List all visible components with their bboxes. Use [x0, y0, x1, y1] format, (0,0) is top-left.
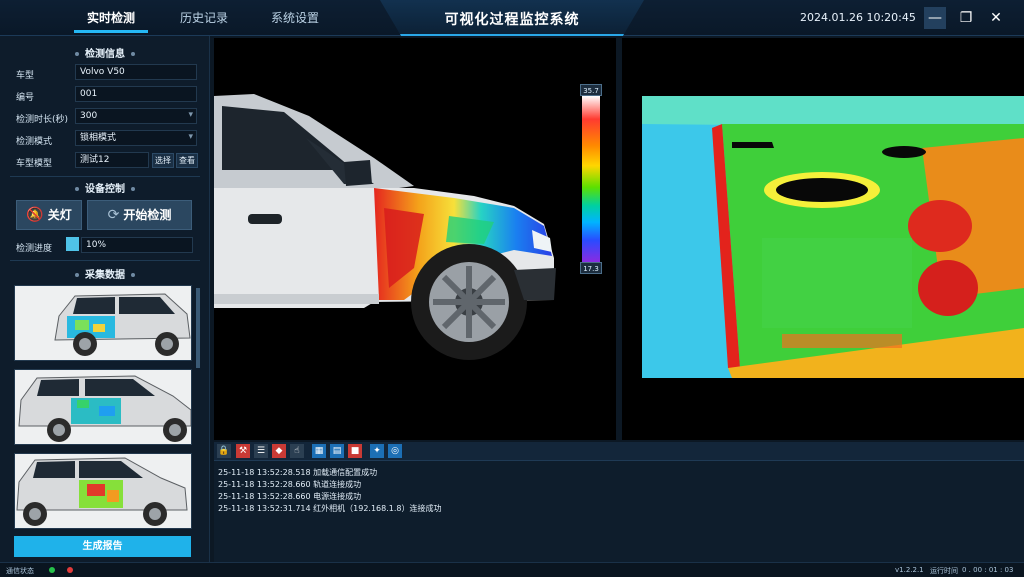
vehicle-type-label: 车型 — [16, 71, 35, 81]
close-button[interactable]: ✕ — [985, 7, 1007, 29]
runtime-label: 运行时间 — [930, 567, 958, 575]
status-error-indicator — [67, 567, 73, 573]
stop-icon[interactable]: ■ — [348, 444, 362, 458]
hand-icon[interactable]: ☝ — [290, 444, 304, 458]
lock-icon[interactable]: 🔒 — [217, 444, 231, 458]
duration-value: 300 — [80, 111, 98, 121]
status-bar: 通信状态 v1.2.2.1 运行时间 0 . 00 : 01 : 03 — [0, 562, 1024, 577]
legend-min: 17.3 — [580, 262, 602, 274]
log-toolbar: 🔒 ⚒ ☰ ◆ ☝ ▦ ▤ ■ ✦ ◎ — [214, 442, 1024, 460]
temperature-legend: 35.7 17.3 — [580, 84, 602, 274]
maximize-button[interactable]: ❐ — [955, 7, 977, 29]
log-panel: 25-11-18 13:52:28.518 加载通信配置成功 25-11-18 … — [214, 460, 1024, 562]
left-panel: 检测信息 车型 Volvo V50 编号 001 检测时长(秒) 300 检测模… — [0, 36, 210, 562]
vehicle-type-input[interactable]: Volvo V50 — [75, 64, 197, 80]
duration-select[interactable]: 300 — [75, 108, 197, 124]
progress-indicator — [66, 237, 79, 251]
detection-mode-select[interactable]: 锁相模式 — [75, 130, 197, 146]
tab-realtime-detection[interactable]: 实时检测 — [87, 9, 135, 26]
capture-thumbnail-3[interactable] — [14, 453, 192, 529]
app-title: 可视化过程监控系统 — [444, 12, 580, 28]
detection-mode-label: 检测模式 — [16, 137, 53, 147]
generate-report-button[interactable]: 生成报告 — [14, 536, 191, 557]
thermal-camera-view[interactable] — [622, 38, 1024, 440]
log-line: 25-11-18 13:52:28.660 轨道连接成功 — [218, 480, 362, 489]
start-detection-label: 开始检测 — [123, 208, 172, 222]
tab-settings[interactable]: 系统设置 — [271, 9, 319, 26]
light-off-button[interactable]: 🔕 关灯 — [16, 200, 82, 230]
divider — [10, 176, 200, 177]
vehicle-model-label: 车型模型 — [16, 159, 53, 169]
view-model-button[interactable]: 查看 — [176, 153, 198, 168]
detection-mode-value: 锁相模式 — [80, 133, 117, 143]
log-line: 25-11-18 13:52:28.518 加载通信配置成功 — [218, 468, 378, 477]
progress-label: 检测进度 — [16, 244, 53, 254]
top-bar: 实时检测 历史记录 系统设置 可视化过程监控系统 2024.01.26 10:2… — [0, 0, 1024, 36]
car-icon[interactable]: ◆ — [272, 444, 286, 458]
duration-label: 检测时长(秒) — [16, 115, 69, 125]
divider — [10, 260, 200, 261]
start-detection-button[interactable]: ⟳ 开始检测 — [87, 200, 192, 230]
capture-thumbnail-1[interactable] — [14, 285, 192, 361]
tools-icon[interactable]: ⚒ — [236, 444, 250, 458]
datetime: 2024.01.26 10:20:45 — [800, 11, 916, 24]
active-tab-indicator — [74, 30, 148, 33]
progress-value: 10% — [81, 237, 193, 253]
select-model-button[interactable]: 选择 — [152, 153, 174, 168]
serial-number-label: 编号 — [16, 93, 35, 103]
thermal-overlay-view[interactable] — [214, 38, 616, 440]
log-line: 25-11-18 13:52:28.660 电源连接成功 — [218, 492, 362, 501]
comm-status-label: 通信状态 — [6, 567, 34, 575]
runtime-value: 0 . 00 : 01 : 03 — [962, 566, 1014, 574]
list-icon[interactable]: ☰ — [254, 444, 268, 458]
device-control-title: 设备控制 — [0, 180, 210, 195]
tab-history[interactable]: 历史记录 — [180, 9, 228, 26]
layers-icon[interactable]: ▤ — [330, 444, 344, 458]
vehicle-model-input[interactable]: 测试12 — [75, 152, 149, 168]
legend-max: 35.7 — [580, 84, 602, 96]
detection-info-title: 检测信息 — [0, 45, 210, 60]
log-line: 25-11-18 13:52:31.714 红外相机（192.168.1.8）连… — [218, 504, 442, 513]
capture-thumbnail-2[interactable] — [14, 369, 192, 445]
collected-data-title: 采集数据 — [0, 266, 210, 281]
target-icon[interactable]: ◎ — [388, 444, 402, 458]
wrench-icon[interactable]: ✦ — [370, 444, 384, 458]
bell-off-icon: 🔕 — [26, 207, 44, 223]
minimize-button[interactable]: — — [924, 7, 946, 29]
light-off-label: 关灯 — [47, 208, 72, 222]
status-ok-indicator — [49, 567, 55, 573]
refresh-icon: ⟳ — [107, 207, 120, 223]
app-window: 实时检测 历史记录 系统设置 可视化过程监控系统 2024.01.26 10:2… — [0, 0, 1024, 577]
serial-number-input[interactable]: 001 — [75, 86, 197, 102]
thumbnail-scrollbar[interactable] — [196, 288, 200, 368]
grid-icon[interactable]: ▦ — [312, 444, 326, 458]
legend-color-bar — [582, 96, 600, 262]
version-label: v1.2.2.1 — [895, 566, 924, 574]
